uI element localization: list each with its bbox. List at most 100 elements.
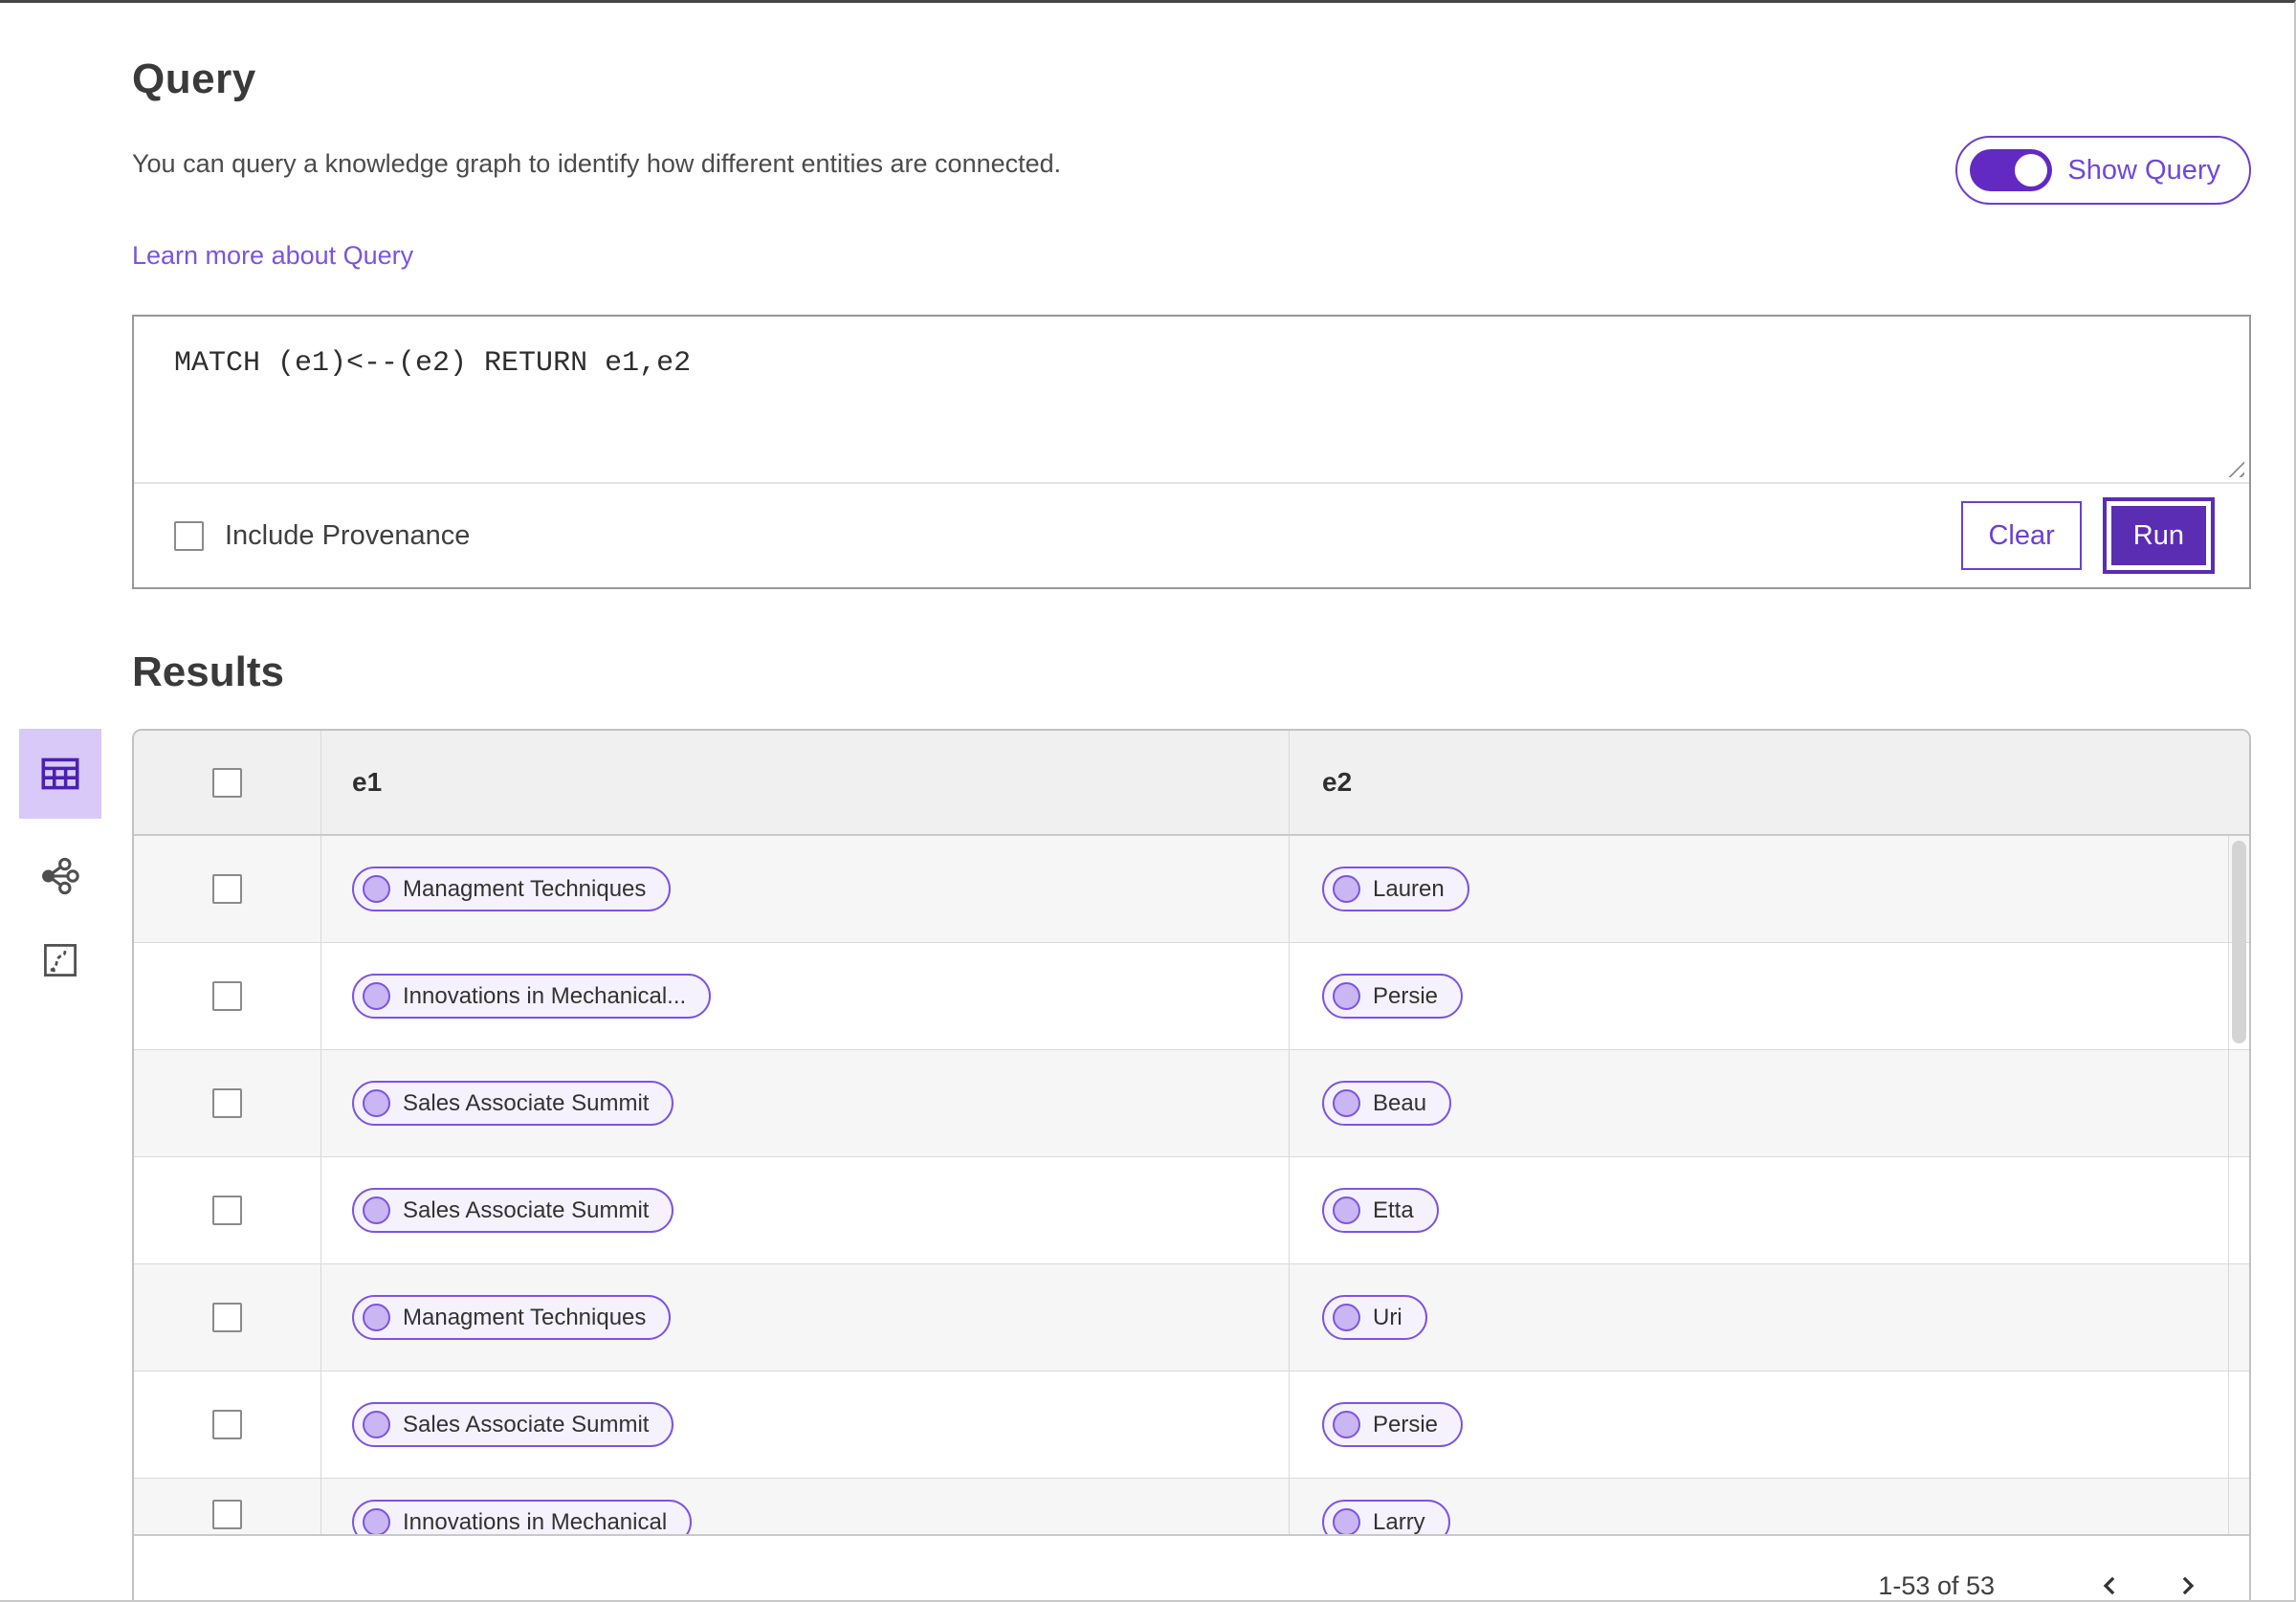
row-checkbox[interactable]: [212, 981, 242, 1011]
entity-label: Persie: [1373, 1411, 1439, 1437]
entity-label: Sales Associate Summit: [403, 1089, 650, 1116]
entity-pill[interactable]: Innovations in Mechanical: [352, 1500, 693, 1535]
entity-pill[interactable]: Persie: [1322, 1402, 1464, 1447]
header-row: You can query a knowledge graph to ident…: [132, 136, 2251, 205]
results-table: e1 e2 Managment Techniques Lauren Innova…: [132, 729, 2251, 1600]
table-row: Managment Techniques Lauren: [134, 836, 2249, 943]
entity-pill[interactable]: Sales Associate Summit: [352, 1188, 674, 1233]
select-all-checkbox[interactable]: [212, 767, 242, 798]
entity-label: Persie: [1373, 982, 1439, 1009]
table-row: Managment Techniques Uri: [134, 1264, 2249, 1372]
entity-node-icon: [363, 1411, 390, 1438]
column-header-e2[interactable]: e2: [1290, 731, 2249, 834]
column-header-e1[interactable]: e1: [321, 731, 1290, 834]
entity-node-icon: [1333, 1508, 1360, 1534]
row-checkbox[interactable]: [212, 1303, 242, 1332]
results-area: e1 e2 Managment Techniques Lauren Innova…: [19, 729, 2251, 1600]
show-query-toggle[interactable]: Show Query: [1955, 136, 2251, 205]
pagination-prev-button[interactable]: [2088, 1557, 2132, 1600]
entity-node-icon: [1333, 1411, 1360, 1438]
include-provenance-label: Include Provenance: [225, 519, 471, 551]
table-row: Innovations in Mechanical... Persie: [134, 943, 2249, 1050]
table-icon: [41, 757, 79, 790]
entity-pill[interactable]: Managment Techniques: [352, 1295, 672, 1340]
entity-node-icon: [363, 1304, 390, 1331]
entity-pill[interactable]: Beau: [1322, 1081, 1452, 1126]
entity-node-icon: [363, 1196, 390, 1224]
entity-node-icon: [363, 875, 390, 903]
table-header: e1 e2: [134, 731, 2249, 836]
row-checkbox[interactable]: [212, 874, 242, 904]
entity-pill[interactable]: Innovations in Mechanical...: [352, 974, 712, 1019]
include-provenance-checkbox[interactable]: [174, 520, 204, 551]
page-content: Query You can query a knowledge graph to…: [0, 3, 2294, 1600]
entity-label: Managment Techniques: [403, 1304, 647, 1330]
learn-more-link[interactable]: Learn more about Query: [132, 241, 413, 271]
entity-label: Uri: [1373, 1304, 1402, 1330]
entity-pill[interactable]: Persie: [1322, 974, 1464, 1019]
query-buttons: Clear Run: [1961, 497, 2215, 574]
query-panel: MATCH (e1)<--(e2) RETURN e1,e2 Include P…: [132, 315, 2251, 589]
pagination-next-button[interactable]: [2165, 1557, 2209, 1600]
entity-label: Etta: [1373, 1196, 1414, 1223]
pagination-range: 1-53 of 53: [1878, 1570, 1995, 1600]
run-button[interactable]: Run: [2102, 497, 2215, 574]
query-controls: Include Provenance Clear Run: [134, 484, 2249, 587]
entity-label: Beau: [1373, 1089, 1427, 1116]
table-row: Sales Associate Summit Beau: [134, 1050, 2249, 1157]
entity-label: Lauren: [1373, 875, 1445, 902]
entity-label: Sales Associate Summit: [403, 1411, 650, 1437]
table-body: Managment Techniques Lauren Innovations …: [134, 836, 2249, 1534]
table-row: Sales Associate Summit Persie: [134, 1372, 2249, 1479]
query-text[interactable]: MATCH (e1)<--(e2) RETURN e1,e2: [134, 317, 2249, 380]
entity-pill[interactable]: Lauren: [1322, 867, 1469, 911]
route-icon: [44, 944, 77, 977]
resize-handle-icon[interactable]: [2221, 454, 2244, 477]
table-footer: 1-53 of 53: [134, 1534, 2249, 1600]
path-view-button[interactable]: [19, 933, 101, 987]
entity-node-icon: [363, 1089, 390, 1117]
entity-pill[interactable]: Managment Techniques: [352, 867, 672, 911]
page-description: You can query a knowledge graph to ident…: [132, 149, 1062, 178]
results-title: Results: [132, 648, 284, 695]
entity-node-icon: [1333, 982, 1360, 1010]
row-checkbox[interactable]: [212, 1088, 242, 1118]
entity-node-icon: [1333, 1196, 1360, 1224]
table-view-button[interactable]: [19, 729, 101, 819]
chevron-right-icon: [2182, 1576, 2195, 1595]
entity-label: Innovations in Mechanical...: [403, 982, 687, 1009]
entity-node-icon: [1333, 875, 1360, 903]
chevron-left-icon: [2103, 1576, 2115, 1595]
entity-label: Sales Associate Summit: [403, 1196, 650, 1223]
page-title: Query: [132, 55, 256, 102]
table-scrollbar[interactable]: [2228, 836, 2249, 1534]
row-checkbox[interactable]: [212, 1196, 242, 1225]
include-provenance-option[interactable]: Include Provenance: [174, 520, 470, 552]
entity-pill[interactable]: Larry: [1322, 1500, 1450, 1534]
toggle-knob: [2015, 154, 2048, 187]
entity-pill[interactable]: Sales Associate Summit: [352, 1402, 674, 1447]
graph-view-button[interactable]: [19, 849, 101, 903]
row-checkbox[interactable]: [212, 1500, 242, 1529]
entity-pill[interactable]: Sales Associate Summit: [352, 1081, 674, 1126]
entity-node-icon: [1333, 1089, 1360, 1117]
entity-label: Larry: [1373, 1508, 1425, 1535]
query-page: Query You can query a knowledge graph to…: [0, 0, 2296, 1602]
toggle-switch-icon[interactable]: [1970, 149, 2053, 191]
view-mode-rail: [19, 729, 101, 987]
query-editor[interactable]: MATCH (e1)<--(e2) RETURN e1,e2: [134, 317, 2249, 484]
row-checkbox[interactable]: [212, 1410, 242, 1439]
header-checkbox-cell: [134, 731, 321, 834]
table-row: Innovations in Mechanical Larry: [134, 1479, 2249, 1534]
scrollbar-thumb[interactable]: [2232, 841, 2246, 1043]
entity-node-icon: [1333, 1304, 1360, 1331]
clear-button[interactable]: Clear: [1961, 501, 2082, 570]
entity-pill[interactable]: Uri: [1322, 1295, 1427, 1340]
graph-nodes-icon: [42, 857, 79, 895]
show-query-label: Show Query: [2067, 154, 2220, 186]
table-row: Sales Associate Summit Etta: [134, 1157, 2249, 1264]
entity-node-icon: [363, 1508, 390, 1534]
entity-pill[interactable]: Etta: [1322, 1188, 1439, 1233]
entity-label: Innovations in Mechanical: [403, 1508, 668, 1535]
entity-label: Managment Techniques: [403, 875, 647, 902]
